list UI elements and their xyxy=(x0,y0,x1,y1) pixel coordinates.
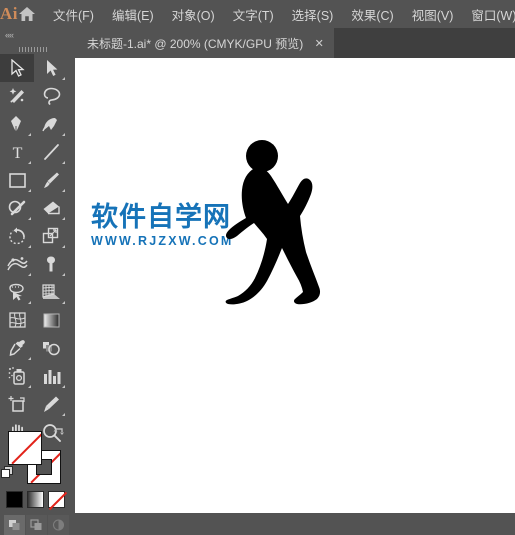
tool-flyout-indicator xyxy=(28,161,31,164)
menu-type[interactable]: 文字(T) xyxy=(224,0,283,28)
watermark-chinese-text: 软件自学网 xyxy=(91,202,231,233)
eyedropper-tool[interactable] xyxy=(0,334,34,362)
eraser-tool[interactable] xyxy=(34,194,68,222)
tool-flyout-indicator xyxy=(62,77,65,80)
grip-dots-icon xyxy=(19,46,49,52)
document-tab-bar: 未标题-1.ai* @ 200% (CMYK/GPU 预览) ✕ xyxy=(75,28,515,58)
fill-stroke-controls xyxy=(0,426,68,488)
scale-tool[interactable] xyxy=(34,222,68,250)
draw-behind-button[interactable] xyxy=(26,515,47,535)
svg-text:T: T xyxy=(12,145,22,161)
menu-item-list: 文件(F) 编辑(E) 对象(O) 文字(T) 选择(S) 效果(C) 视图(V… xyxy=(44,0,515,28)
draw-inside-button[interactable] xyxy=(48,515,69,535)
illustrator-window: Ai 文件(F) 编辑(E) 对象(O) 文字(T) 选择(S) 效果(C) 视… xyxy=(0,0,515,535)
blend-tool[interactable] xyxy=(34,334,68,362)
illustrator-logo: Ai xyxy=(0,4,18,23)
shape-builder-tool[interactable] xyxy=(0,278,34,306)
rectangle-tool[interactable] xyxy=(0,166,34,194)
draw-mode-buttons xyxy=(4,515,69,535)
menu-object[interactable]: 对象(O) xyxy=(163,0,224,28)
color-mode-button[interactable] xyxy=(6,491,23,508)
column-graph-tool[interactable] xyxy=(34,362,68,390)
mesh-tool[interactable] xyxy=(0,306,34,334)
direct-selection-tool[interactable] xyxy=(34,54,68,82)
document-tab[interactable]: 未标题-1.ai* @ 200% (CMYK/GPU 预览) ✕ xyxy=(75,28,335,58)
fill-none-indicator xyxy=(9,432,41,464)
curvature-tool[interactable] xyxy=(34,110,68,138)
menu-view[interactable]: 视图(V) xyxy=(403,0,463,28)
tool-flyout-indicator xyxy=(28,189,31,192)
gradient-tool[interactable] xyxy=(34,306,68,334)
gradient-mode-button[interactable] xyxy=(27,491,44,508)
tool-flyout-indicator xyxy=(62,133,65,136)
symbol-sprayer-tool[interactable] xyxy=(0,362,34,390)
tool-flyout-indicator xyxy=(28,357,31,360)
tool-flyout-indicator xyxy=(62,189,65,192)
watermark-url-text: WWW.RJZXW.COM xyxy=(91,234,234,248)
walking-person-silhouette[interactable] xyxy=(225,140,325,310)
perspective-grid-tool[interactable] xyxy=(34,278,68,306)
width-tool[interactable] xyxy=(0,250,34,278)
artboard-canvas[interactable]: 软件自学网 WWW.RJZXW.COM xyxy=(75,58,515,513)
panel-drag-handle[interactable] xyxy=(0,44,68,54)
tool-flyout-indicator xyxy=(62,385,65,388)
menu-edit[interactable]: 编辑(E) xyxy=(103,0,163,28)
draw-normal-button[interactable] xyxy=(4,515,25,535)
menu-bar: Ai 文件(F) 编辑(E) 对象(O) 文字(T) 选择(S) 效果(C) 视… xyxy=(0,0,515,28)
swap-fill-stroke-icon[interactable] xyxy=(52,427,66,445)
tool-flyout-indicator xyxy=(28,245,31,248)
tool-flyout-indicator xyxy=(28,385,31,388)
menu-select[interactable]: 选择(S) xyxy=(283,0,343,28)
shaper-tool[interactable] xyxy=(0,194,34,222)
default-fill-stroke-icon[interactable] xyxy=(1,466,14,484)
tool-grid: T xyxy=(0,54,68,446)
selection-tool[interactable] xyxy=(0,54,34,82)
tool-flyout-indicator xyxy=(28,273,31,276)
slice-tool[interactable] xyxy=(34,390,68,418)
home-icon[interactable] xyxy=(18,0,36,28)
tool-flyout-indicator xyxy=(28,133,31,136)
color-mode-buttons xyxy=(6,491,65,508)
tool-flyout-indicator xyxy=(62,301,65,304)
none-mode-button[interactable] xyxy=(48,491,65,508)
rotate-tool[interactable] xyxy=(0,222,34,250)
tool-flyout-indicator xyxy=(62,245,65,248)
pen-tool[interactable] xyxy=(0,110,34,138)
document-tab-title: 未标题-1.ai* @ 200% (CMYK/GPU 预览) xyxy=(87,36,304,51)
collapse-panel-icon[interactable]: «« xyxy=(5,30,14,40)
menu-window[interactable]: 窗口(W) xyxy=(462,0,515,28)
magic-wand-tool[interactable] xyxy=(0,82,34,110)
watermark: 软件自学网 WWW.RJZXW.COM xyxy=(91,202,234,249)
tool-flyout-indicator xyxy=(28,301,31,304)
tool-flyout-indicator xyxy=(28,217,31,220)
line-segment-tool[interactable] xyxy=(34,138,68,166)
tool-flyout-indicator xyxy=(62,161,65,164)
tool-flyout-indicator xyxy=(62,217,65,220)
fill-swatch[interactable] xyxy=(8,431,42,465)
tool-flyout-indicator xyxy=(62,273,65,276)
tools-panel: «« T xyxy=(0,28,69,535)
tools-panel-header: «« xyxy=(0,28,68,52)
tool-flyout-indicator xyxy=(62,413,65,416)
type-tool[interactable]: T xyxy=(0,138,34,166)
paintbrush-tool[interactable] xyxy=(34,166,68,194)
lasso-tool[interactable] xyxy=(34,82,68,110)
free-transform-tool[interactable] xyxy=(34,250,68,278)
menu-file[interactable]: 文件(F) xyxy=(44,0,103,28)
artboard-tool[interactable] xyxy=(0,390,34,418)
close-icon[interactable]: ✕ xyxy=(313,37,325,50)
menu-effect[interactable]: 效果(C) xyxy=(342,0,402,28)
